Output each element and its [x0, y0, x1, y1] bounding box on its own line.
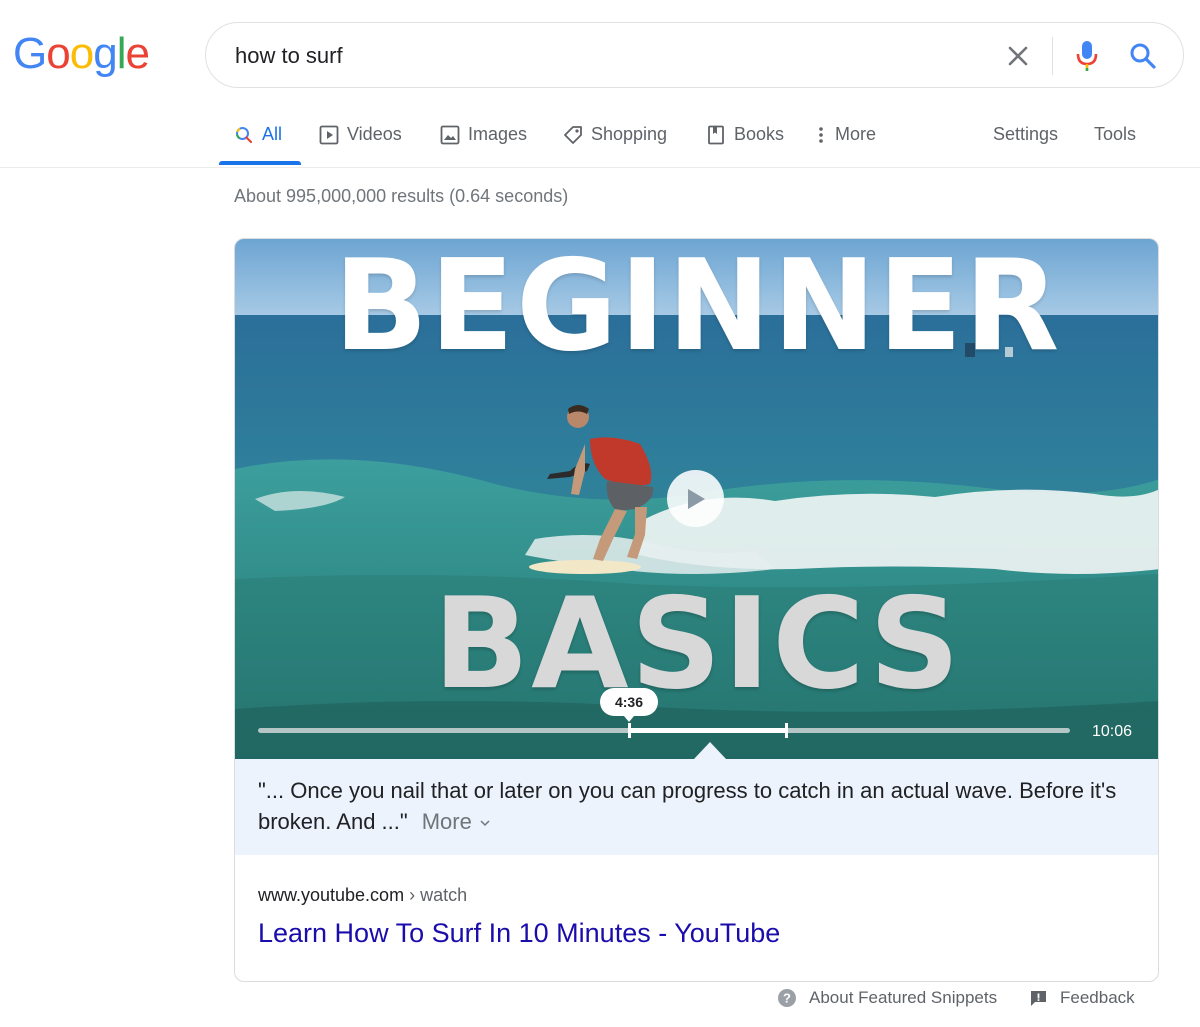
chevron-down-icon: [480, 820, 490, 827]
snippet-more-button[interactable]: More: [422, 809, 490, 834]
mic-icon: [1076, 41, 1098, 71]
tab-label: Images: [468, 124, 528, 144]
tab-books[interactable]: Books: [706, 124, 784, 168]
video-title-overlay-bottom: BASICS: [433, 570, 962, 717]
result-stats: About 995,000,000 results (0.64 seconds): [234, 186, 569, 206]
image-icon: [440, 125, 460, 145]
featured-snippet-card: BEGINNER BASICS 4:36 10:06 "... Once you…: [234, 238, 1159, 982]
more-vert-icon: [815, 125, 827, 145]
logo-letter: G: [13, 29, 47, 78]
logo-letter: l: [116, 29, 127, 78]
tab-more[interactable]: More: [815, 124, 876, 168]
search-icon: [234, 125, 254, 145]
tab-settings[interactable]: Settings: [993, 124, 1058, 168]
snippet-text: "... Once you nail that or later on you …: [235, 759, 1158, 855]
tab-label: Books: [734, 124, 785, 144]
about-label: About Featured Snippets: [809, 988, 998, 1007]
tab-label: All: [262, 124, 283, 144]
active-tab-indicator: [219, 161, 301, 165]
search-divider: [1052, 37, 1053, 75]
segment-start-marker: [628, 723, 632, 738]
result-domain: www.youtube.com: [258, 885, 405, 905]
about-featured-snippets-link[interactable]: ? About Featured Snippets: [777, 988, 997, 1008]
result-title-link[interactable]: Learn How To Surf In 10 Minutes - YouTub…: [258, 918, 780, 949]
play-icon: [687, 488, 705, 509]
tab-label: Tools: [1094, 124, 1137, 144]
search-button[interactable]: [1126, 37, 1160, 75]
svg-text:?: ?: [783, 991, 791, 1006]
result-url: www.youtube.com › watch: [258, 885, 467, 906]
more-label: More: [421, 809, 472, 834]
snippet-quote: "... Once you nail that or later on you …: [258, 778, 1117, 834]
search-tabs: All Videos Images Shopping Books More Se…: [0, 108, 1200, 168]
tab-label: More: [835, 124, 877, 144]
help-icon: ?: [777, 988, 797, 1008]
search-box[interactable]: how to surf: [205, 22, 1184, 88]
tab-images[interactable]: Images: [440, 124, 527, 168]
logo-letter: o: [69, 29, 95, 78]
tab-shopping[interactable]: Shopping: [563, 124, 667, 168]
snippet-pointer: [694, 742, 726, 759]
logo-letter: g: [93, 29, 118, 78]
video-duration: 10:06: [1092, 723, 1133, 740]
book-icon: [706, 125, 726, 145]
search-input[interactable]: how to surf: [235, 42, 343, 70]
result-path: › watch: [404, 885, 468, 905]
video-thumbnail[interactable]: BEGINNER BASICS 4:36 10:06: [235, 239, 1158, 759]
search-icon: [1130, 43, 1156, 69]
clear-button[interactable]: [1001, 39, 1035, 73]
logo-letter: e: [125, 29, 150, 78]
video-icon: [319, 125, 339, 145]
logo-letter: o: [46, 29, 71, 78]
segment-end-marker: [784, 723, 788, 738]
video-title-overlay-top: BEGINNER: [333, 239, 1062, 379]
tab-label: Shopping: [591, 124, 668, 144]
current-time-label: 4:36: [600, 688, 658, 722]
highlighted-segment: [629, 728, 786, 733]
tag-icon: [563, 125, 583, 145]
feedback-icon: [1029, 989, 1048, 1008]
google-logo[interactable]: Google: [13, 28, 150, 80]
tab-label: Settings: [993, 124, 1059, 144]
play-button[interactable]: [667, 470, 724, 527]
tab-videos[interactable]: Videos: [319, 124, 402, 168]
feedback-label: Feedback: [1060, 988, 1135, 1007]
close-icon: [1008, 46, 1028, 66]
tab-tools[interactable]: Tools: [1094, 124, 1136, 168]
tab-label: Videos: [347, 124, 402, 144]
voice-search-button[interactable]: [1072, 37, 1102, 75]
feedback-link[interactable]: Feedback: [1029, 988, 1135, 1008]
